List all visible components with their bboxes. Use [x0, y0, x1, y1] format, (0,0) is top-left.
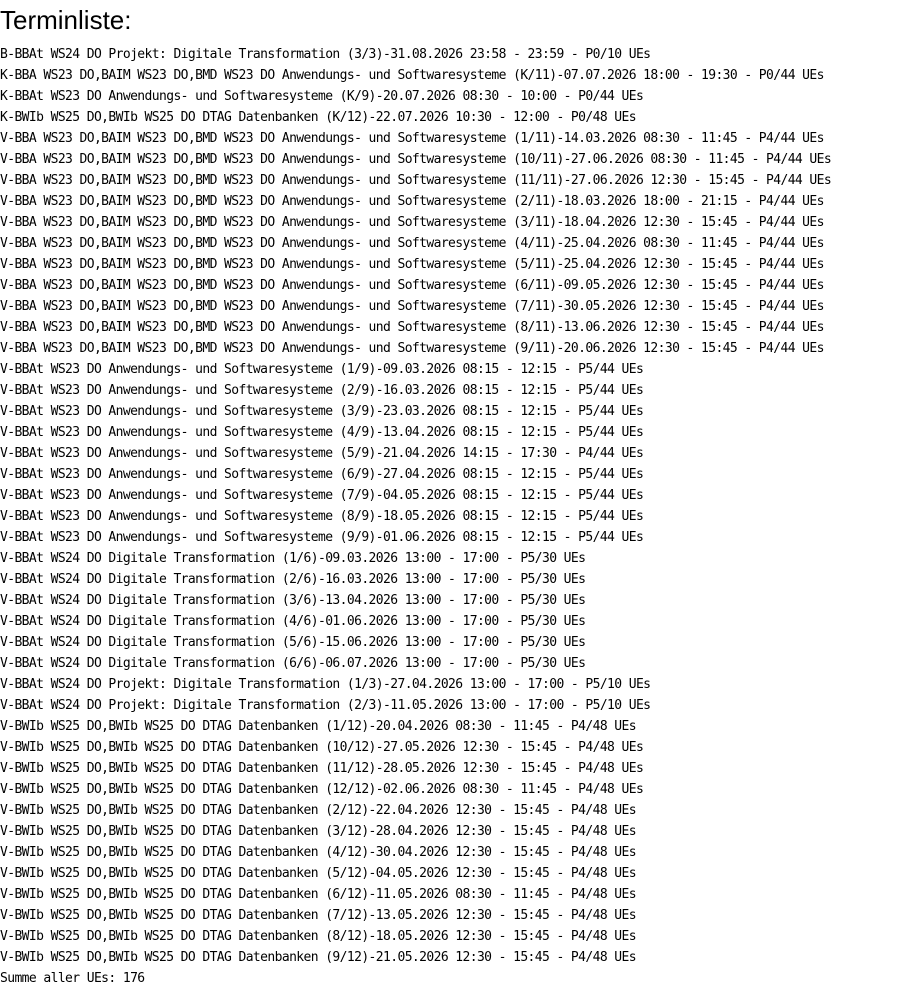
appointment-entry: V-BBA WS23 DO,BAIM WS23 DO,BMD WS23 DO A… [0, 320, 824, 335]
appointment-entry: V-BBAt WS24 DO Digitale Transformation (… [0, 635, 586, 650]
appointment-entry: V-BBAt WS23 DO Anwendungs- und Softwares… [0, 509, 644, 524]
appointment-entry: B-BBAt WS24 DO Projekt: Digitale Transfo… [0, 47, 651, 62]
appointment-entry: V-BBA WS23 DO,BAIM WS23 DO,BMD WS23 DO A… [0, 236, 824, 251]
appointment-entry: V-BBAt WS24 DO Projekt: Digitale Transfo… [0, 677, 651, 692]
appointment-entry: V-BBAt WS23 DO Anwendungs- und Softwares… [0, 383, 644, 398]
appointment-entry: V-BBAt WS24 DO Digitale Transformation (… [0, 572, 586, 587]
appointment-entry: V-BWIb WS25 DO,BWIb WS25 DO DTAG Datenba… [0, 761, 644, 776]
appointment-entry: V-BBAt WS23 DO Anwendungs- und Softwares… [0, 488, 644, 503]
appointment-entry: V-BBAt WS24 DO Digitale Transformation (… [0, 551, 586, 566]
appointment-entry: V-BWIb WS25 DO,BWIb WS25 DO DTAG Datenba… [0, 866, 637, 881]
appointment-entry: K-BBAt WS23 DO Anwendungs- und Softwares… [0, 89, 644, 104]
appointment-entry: V-BBA WS23 DO,BAIM WS23 DO,BMD WS23 DO A… [0, 341, 824, 356]
appointment-entry: V-BBA WS23 DO,BAIM WS23 DO,BMD WS23 DO A… [0, 257, 824, 272]
appointment-entry: V-BBA WS23 DO,BAIM WS23 DO,BMD WS23 DO A… [0, 278, 824, 293]
appointment-entry: V-BWIb WS25 DO,BWIb WS25 DO DTAG Datenba… [0, 845, 637, 860]
appointment-entry: V-BWIb WS25 DO,BWIb WS25 DO DTAG Datenba… [0, 740, 644, 755]
appointment-entry: V-BBA WS23 DO,BAIM WS23 DO,BMD WS23 DO A… [0, 194, 824, 209]
appointment-entry: V-BBAt WS23 DO Anwendungs- und Softwares… [0, 362, 644, 377]
appointment-entry: V-BBAt WS24 DO Digitale Transformation (… [0, 593, 586, 608]
appointment-list: B-BBAt WS24 DO Projekt: Digitale Transfo… [0, 44, 832, 968]
page-title: Terminliste: [0, 5, 132, 35]
appointment-entry: V-BBAt WS23 DO Anwendungs- und Softwares… [0, 404, 644, 419]
appointment-entry: V-BBA WS23 DO,BAIM WS23 DO,BMD WS23 DO A… [0, 152, 832, 167]
appointment-entry: V-BBAt WS23 DO Anwendungs- und Softwares… [0, 467, 644, 482]
appointment-entry: V-BBAt WS24 DO Digitale Transformation (… [0, 614, 586, 629]
appointment-entry: V-BWIb WS25 DO,BWIb WS25 DO DTAG Datenba… [0, 908, 637, 923]
appointment-entry: V-BBA WS23 DO,BAIM WS23 DO,BMD WS23 DO A… [0, 131, 824, 146]
appointment-entry: V-BBA WS23 DO,BAIM WS23 DO,BMD WS23 DO A… [0, 299, 824, 314]
appointment-entry: V-BBAt WS23 DO Anwendungs- und Softwares… [0, 446, 644, 461]
appointment-entry: V-BBA WS23 DO,BAIM WS23 DO,BMD WS23 DO A… [0, 215, 824, 230]
appointment-entry: V-BBAt WS23 DO Anwendungs- und Softwares… [0, 530, 644, 545]
appointment-entry: V-BWIb WS25 DO,BWIb WS25 DO DTAG Datenba… [0, 824, 637, 839]
appointment-entry: V-BWIb WS25 DO,BWIb WS25 DO DTAG Datenba… [0, 803, 637, 818]
appointment-entry: V-BWIb WS25 DO,BWIb WS25 DO DTAG Datenba… [0, 929, 637, 944]
total-ue-summary: Summe aller UEs: 176 [0, 971, 145, 986]
appointment-entry: V-BWIb WS25 DO,BWIb WS25 DO DTAG Datenba… [0, 782, 644, 797]
appointment-entry: V-BBAt WS24 DO Projekt: Digitale Transfo… [0, 698, 651, 713]
appointment-entry: V-BBAt WS24 DO Digitale Transformation (… [0, 656, 586, 671]
appointment-entry: V-BWIb WS25 DO,BWIb WS25 DO DTAG Datenba… [0, 887, 637, 902]
appointment-entry: V-BWIb WS25 DO,BWIb WS25 DO DTAG Datenba… [0, 719, 637, 734]
appointment-entry: V-BWIb WS25 DO,BWIb WS25 DO DTAG Datenba… [0, 950, 637, 965]
appointment-entry: K-BWIb WS25 DO,BWIb WS25 DO DTAG Datenba… [0, 110, 637, 125]
appointment-list-page: Terminliste: B-BBAt WS24 DO Projekt: Dig… [0, 0, 905, 992]
appointment-entry: V-BBA WS23 DO,BAIM WS23 DO,BMD WS23 DO A… [0, 173, 832, 188]
appointment-entry: V-BBAt WS23 DO Anwendungs- und Softwares… [0, 425, 644, 440]
appointment-entry: K-BBA WS23 DO,BAIM WS23 DO,BMD WS23 DO A… [0, 68, 824, 83]
